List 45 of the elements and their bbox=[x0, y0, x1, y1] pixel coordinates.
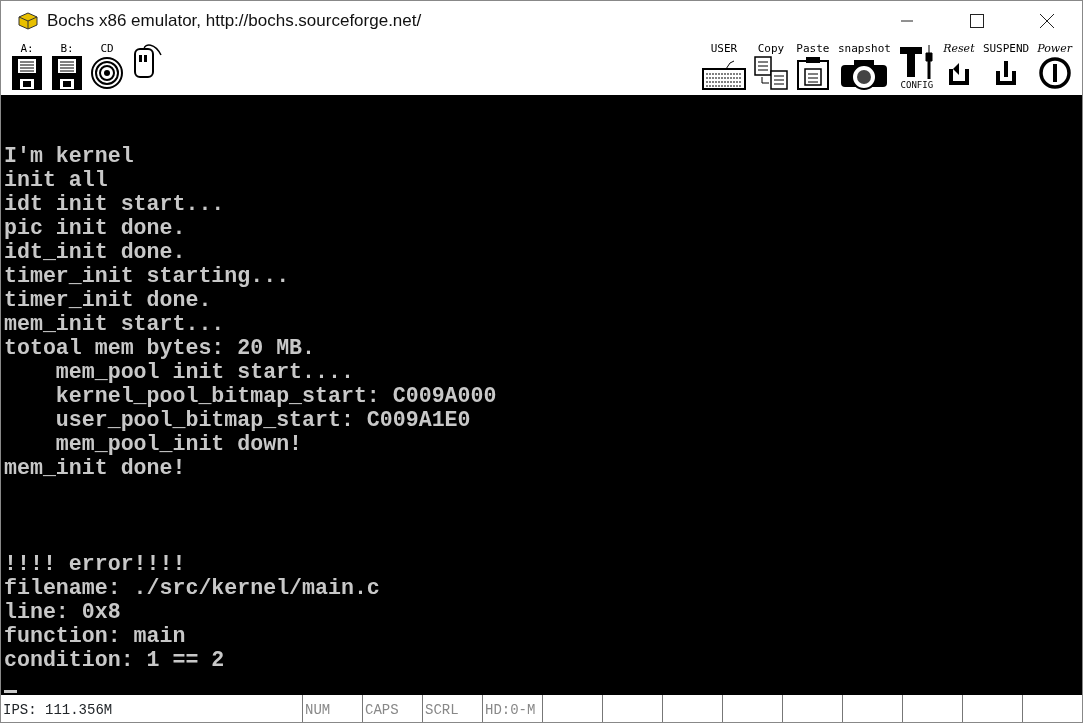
console-line: filename: ./src/kernel/main.c bbox=[4, 576, 381, 600]
copy-button[interactable]: Copy bbox=[751, 43, 790, 91]
floppy-disk-button[interactable]: A: bbox=[9, 43, 45, 91]
clipboard-icon bbox=[795, 55, 830, 91]
status-indicator: NUM bbox=[303, 695, 363, 722]
console-line: idt_init done. bbox=[4, 240, 187, 264]
console-line: mem_pool_init down! bbox=[54, 432, 304, 456]
console-line: kernel_pool_bitmap_start: C009A000 bbox=[54, 384, 498, 408]
floppy-disk-button[interactable]: B: bbox=[49, 43, 85, 91]
copy-icon bbox=[753, 55, 788, 91]
console-line: I'm kernel bbox=[4, 144, 135, 168]
wrench-button[interactable]: CONFIG bbox=[896, 43, 937, 91]
status-indicator: HD:0-M bbox=[483, 695, 543, 722]
console-line: function: main bbox=[4, 624, 187, 648]
disc-button[interactable]: CD bbox=[89, 43, 125, 91]
clipboard-button[interactable]: Paste bbox=[793, 43, 832, 91]
app-icon bbox=[17, 11, 39, 31]
console-line: idt init start... bbox=[4, 192, 226, 216]
power-icon bbox=[1038, 55, 1071, 91]
console-line: totoal mem bytes: 20 MB. bbox=[4, 336, 316, 360]
status-indicator: SCRL bbox=[423, 695, 483, 722]
window-title: Bochs x86 emulator, http://bochs.sourceforge.net/ bbox=[47, 10, 423, 33]
suspend-button[interactable]: SUSPEND bbox=[980, 43, 1032, 91]
console-line: timer_init done. bbox=[4, 288, 213, 312]
console-line: !!!! error!!!! bbox=[4, 552, 187, 576]
console-line: condition: 1 == 2 bbox=[4, 648, 226, 672]
wrench-icon bbox=[898, 43, 935, 79]
console-line: timer_init starting... bbox=[4, 264, 291, 288]
power-button[interactable]: Power bbox=[1035, 43, 1074, 91]
console-line: mem_pool init start.... bbox=[54, 360, 355, 384]
console-line: user_pool_bitmap_start: C009A1E0 bbox=[54, 408, 472, 432]
console-line: mem_init start... bbox=[4, 312, 226, 336]
ips-reading: IPS: 111.356M bbox=[1, 695, 303, 722]
disc-icon bbox=[91, 55, 123, 91]
console-line: mem_init done! bbox=[4, 456, 187, 480]
mouse-icon bbox=[131, 43, 163, 79]
console-line: pic init done. bbox=[4, 216, 187, 240]
status-indicator: CAPS bbox=[363, 695, 423, 722]
camera-button[interactable]: snapshot bbox=[835, 43, 893, 91]
console-line: init all bbox=[4, 168, 109, 192]
reset-button[interactable]: Reset bbox=[940, 43, 977, 91]
keyboard-button[interactable]: USER bbox=[699, 43, 748, 91]
maximize-icon bbox=[970, 14, 984, 28]
console-line: line: 0x8 bbox=[4, 600, 122, 624]
close-icon bbox=[1040, 14, 1054, 28]
